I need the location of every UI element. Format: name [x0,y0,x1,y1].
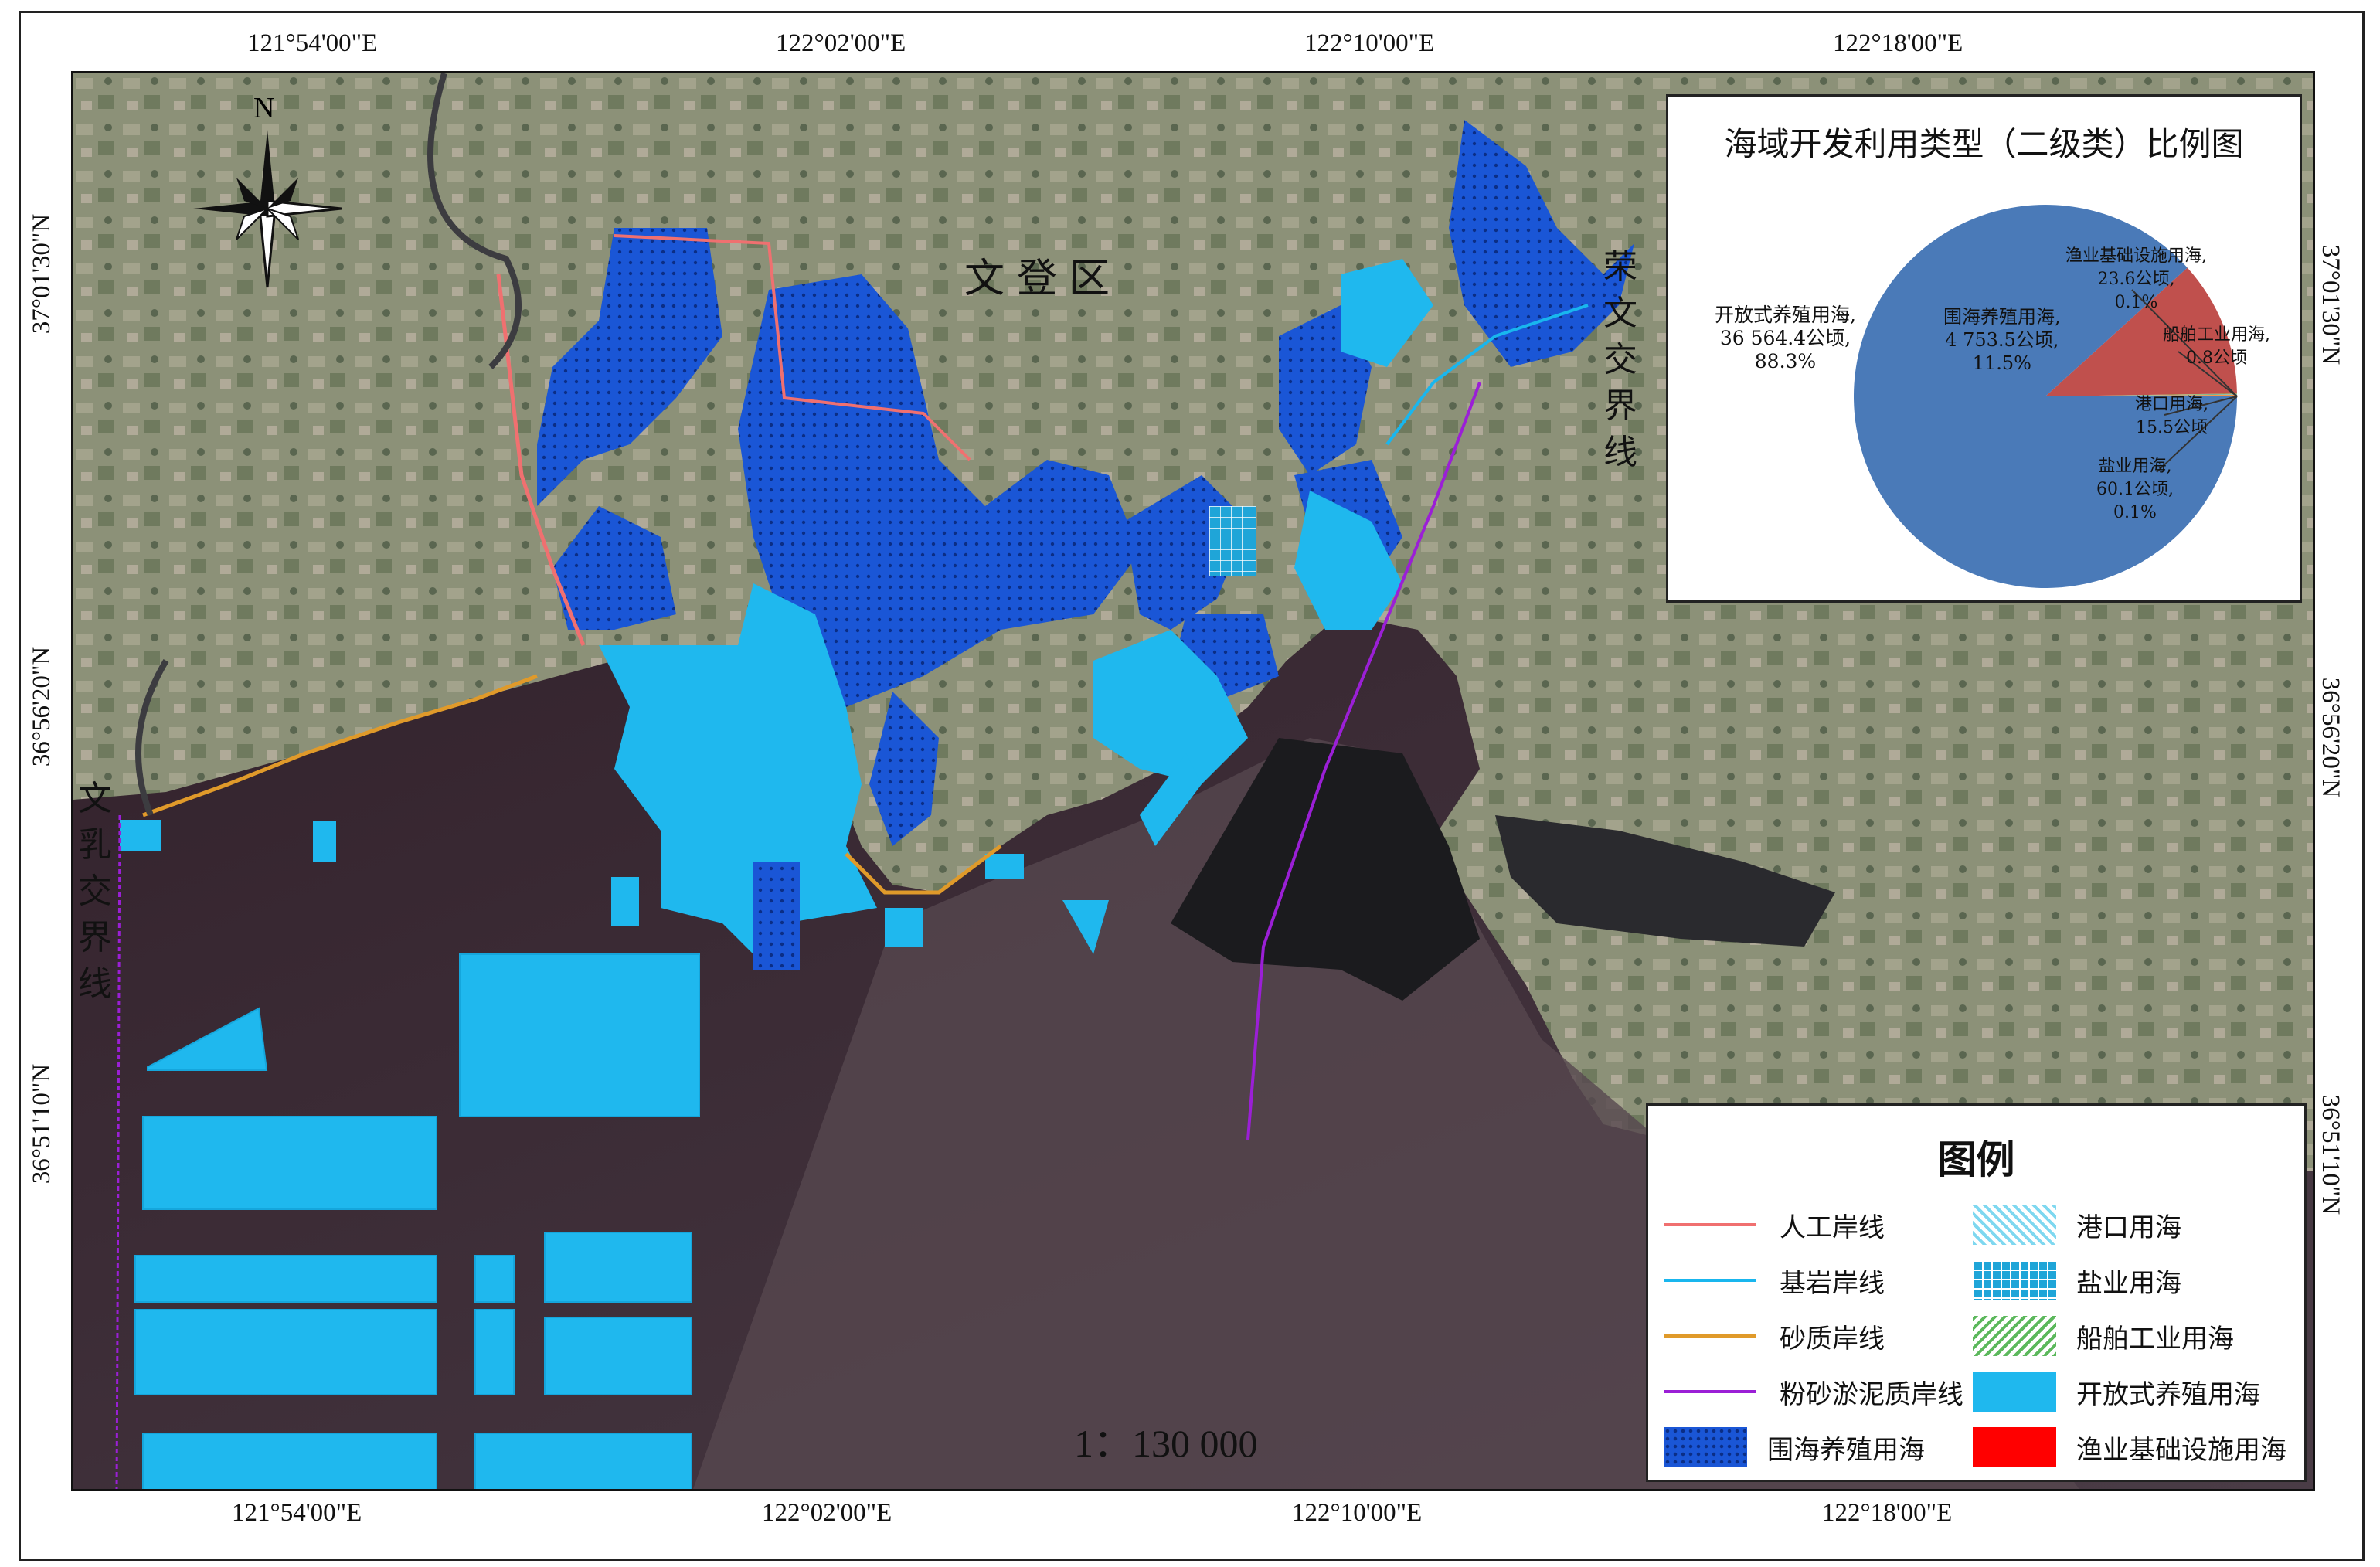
legend-area-swatch [1973,1427,2056,1467]
latitude-label: 36°56'20"N [28,646,56,767]
legend-line-swatch [1664,1390,1756,1393]
longitude-label: 122°10'00"E [1292,1499,1423,1527]
legend-area-swatch [1973,1205,2056,1245]
open-aquaculture [885,908,923,947]
legend-panel: 图例 人工岸线 基岩岸线 砂质岸线 粉砂淤泥质岸线 围海养殖用海 港口用海 盐业… [1646,1103,2307,1482]
legend-item-open-aquaculture: 开放式养殖用海 [1973,1370,2260,1413]
legend-area-swatch [1664,1427,1747,1467]
enclosed-aquaculture [753,862,800,970]
open-aquaculture [985,854,1024,879]
legend-area-swatch [1973,1260,2056,1300]
longitude-label: 122°18'00"E [1833,29,1964,57]
open-aquaculture [313,821,336,862]
legend-line-swatch [1664,1334,1756,1338]
legend-item-fishery-infrastructure: 渔业基础设施用海 [1973,1426,2286,1469]
pie-label-enclosed-aquaculture: 围海养殖用海, 4 753.5公顷, 11.5% [1943,306,2061,374]
pie-chart-panel: 海域开发利用类型（二级类）比例图 开放式养殖用海, 36 564.4公顷, 88… [1666,94,2302,603]
longitude-label: 122°10'00"E [1304,29,1435,57]
legend-item-sandy-coastline: 砂质岸线 [1664,1314,1885,1358]
latitude-label: 37°01'30"N [28,213,56,335]
legend-item-salt-industry: 盐业用海 [1973,1259,2181,1302]
legend-item-port: 港口用海 [1973,1203,2181,1246]
legend-area-swatch [1973,1316,2056,1356]
longitude-label: 122°02'00"E [762,1499,892,1527]
map-scale: 1：130 000 [1074,1422,1258,1465]
legend-item-bedrock-coastline: 基岩岸线 [1664,1259,1885,1302]
pie-label-fishery-infrastructure: 渔业基础设施用海, 23.6公顷, 0.1% [2066,246,2207,312]
legend-line-swatch [1664,1223,1756,1226]
longitude-label: 121°54'00"E [247,29,378,57]
latitude-label: 36°51'10"N [28,1063,56,1185]
boundary-label: 荣文交界线 [1603,247,1637,472]
north-arrow-icon [193,130,342,288]
latitude-label: 36°51'10"N [2317,1094,2345,1215]
legend-item-silty-coastline: 粉砂淤泥质岸线 [1664,1370,1964,1413]
pie-label-shipbuilding: 船舶工业用海, 0.8公顷 [2163,325,2270,368]
open-aquaculture [120,820,162,851]
legend-line-swatch [1664,1279,1756,1282]
pie-label-port: 港口用海, 15.5公顷 [2135,395,2208,437]
longitude-label: 122°18'00"E [1822,1499,1953,1527]
longitude-label: 122°02'00"E [776,29,906,57]
pie-label-open-aquaculture: 开放式养殖用海, 36 564.4公顷, 88.3% [1715,304,1856,372]
longitude-label: 121°54'00"E [232,1499,362,1527]
legend-item-artificial-coastline: 人工岸线 [1664,1203,1885,1246]
district-label: 文登区 [964,256,1123,302]
open-aquaculture [611,877,639,926]
boundary-label: 文乳交界线 [78,779,112,1004]
legend-area-swatch [1973,1372,2056,1412]
legend-item-enclosed-aquaculture: 围海养殖用海 [1664,1426,1925,1469]
salt-industry-area [1209,506,1256,576]
latitude-label: 36°56'20"N [2317,677,2345,798]
latitude-label: 37°01'30"N [2317,244,2345,365]
legend-title: 图例 [1937,1137,2015,1182]
legend-item-shipbuilding: 船舶工业用海 [1973,1314,2234,1358]
pie-label-salt-industry: 盐业用海, 60.1公顷, 0.1% [2096,457,2174,522]
